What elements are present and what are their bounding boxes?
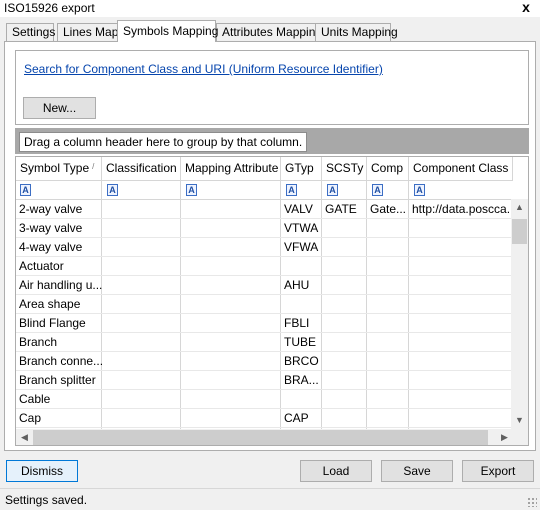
header-classification[interactable]: Classification [102, 157, 181, 181]
component-class-search-link[interactable]: Search for Component Class and URI (Unif… [24, 62, 383, 76]
filter-row: A A A A A A A [16, 181, 513, 200]
filter-icon[interactable]: A [186, 184, 197, 196]
table-row[interactable]: 2-way valve VALV GATE Gate... http://dat… [16, 200, 513, 219]
close-icon[interactable]: x [520, 0, 532, 15]
filter-icon[interactable]: A [107, 184, 118, 196]
cell-gtyp: VFWA [284, 240, 319, 254]
tab-symbols-mapping[interactable]: Symbols Mapping [117, 20, 218, 42]
cell-symbol-type: Blind Flange [19, 316, 86, 330]
filter-icon[interactable]: A [327, 184, 338, 196]
cell-gtyp: VALV [284, 202, 313, 216]
cell-gtyp: TUBE [284, 335, 317, 349]
search-section: Search for Component Class and URI (Unif… [15, 50, 529, 125]
horizontal-scrollbar[interactable]: ◀ ▶ [16, 429, 513, 445]
status-bar: Settings saved. [0, 488, 540, 510]
table-row[interactable]: 3-way valve VTWA [16, 219, 513, 238]
save-button[interactable]: Save [381, 460, 453, 482]
sort-ascending-icon: / [92, 162, 95, 171]
cell-gtyp: AHU [284, 278, 310, 292]
cell-symbol-type: Branch splitter [19, 373, 96, 387]
table-row[interactable]: Area shape [16, 295, 513, 314]
header-symbol-type-label: Symbol Type [20, 161, 90, 175]
cell-comp: Gate... [370, 202, 407, 216]
group-by-panel[interactable]: Drag a column header here to group by th… [15, 128, 529, 154]
cell-gtyp: VTWA [284, 221, 319, 235]
cell-symbol-type: Actuator [19, 259, 64, 273]
horizontal-scroll-thumb[interactable] [33, 430, 488, 445]
dismiss-button[interactable]: Dismiss [6, 460, 78, 482]
tab-attributes-mapping[interactable]: Attributes Mapping [216, 23, 322, 42]
scrollbar-corner [511, 429, 528, 445]
cell-gtyp: BRA... [284, 373, 319, 387]
table-row[interactable]: Cable [16, 390, 513, 409]
symbols-grid: Symbol Type / Classification Mapping Attr… [15, 156, 529, 446]
header-mapping-attribute[interactable]: Mapping Attribute [181, 157, 281, 181]
header-gtyp[interactable]: GTyp [281, 157, 322, 181]
cell-gtyp: BRCO [284, 354, 319, 368]
header-symbol-type[interactable]: Symbol Type / [16, 157, 102, 181]
scroll-left-icon[interactable]: ◀ [16, 429, 33, 445]
cell-component-class: http://data.posccа... [412, 202, 513, 216]
export-button[interactable]: Export [462, 460, 534, 482]
table-row[interactable]: Branch TUBE [16, 333, 513, 352]
header-component-class[interactable]: Component Class [409, 157, 513, 181]
group-by-hint: Drag a column header here to group by th… [19, 132, 308, 152]
header-scsty[interactable]: SCSTy [322, 157, 367, 181]
cell-symbol-type: 3-way valve [19, 221, 83, 235]
cell-symbol-type: Branch [19, 335, 58, 349]
table-row[interactable]: Actuator [16, 257, 513, 276]
resize-grip-icon[interactable] [527, 497, 537, 507]
tab-settings[interactable]: Settings [6, 23, 55, 42]
cell-gtyp: FBLI [284, 316, 310, 330]
scroll-up-icon[interactable]: ▲ [511, 199, 528, 216]
table-row[interactable]: Branch conne... BRCO [16, 352, 513, 371]
tab-lines-map[interactable]: Lines Map [57, 23, 118, 42]
table-row[interactable]: Branch splitter BRA... [16, 371, 513, 390]
cell-symbol-type: 4-way valve [19, 240, 83, 254]
cell-symbol-type: Area shape [19, 297, 81, 311]
table-row[interactable]: 4-way valve VFWA [16, 238, 513, 257]
cell-symbol-type: Air handling u... [19, 278, 102, 292]
symbols-mapping-panel: Search for Component Class and URI (Unif… [4, 41, 536, 451]
table-row[interactable]: Blind Flange FBLI [16, 314, 513, 333]
cell-scsty: GATE [325, 202, 357, 216]
vertical-scrollbar[interactable]: ▲ ▼ [511, 199, 528, 429]
table-row[interactable]: Air handling u... AHU [16, 276, 513, 295]
tab-units-mapping[interactable]: Units Mapping [315, 23, 398, 42]
filter-icon[interactable]: A [286, 184, 297, 196]
filter-icon[interactable]: A [372, 184, 383, 196]
table-row[interactable]: Cap CAP [16, 409, 513, 428]
vertical-scroll-thumb[interactable] [512, 219, 527, 244]
window-title: ISO15926 export [4, 1, 95, 15]
cell-symbol-type: Branch conne... [19, 354, 102, 368]
new-button[interactable]: New... [23, 97, 96, 119]
load-button[interactable]: Load [300, 460, 372, 482]
cell-gtyp: CAP [284, 411, 309, 425]
cell-symbol-type: Cable [19, 392, 51, 406]
header-comp[interactable]: Comp [367, 157, 409, 181]
title-bar: ISO15926 export x [0, 0, 540, 17]
cell-symbol-type: Cap [19, 411, 42, 425]
cell-symbol-type: 2-way valve [19, 202, 83, 216]
status-text: Settings saved. [5, 493, 88, 507]
scroll-down-icon[interactable]: ▼ [511, 412, 528, 429]
filter-icon[interactable]: A [414, 184, 425, 196]
filter-icon[interactable]: A [20, 184, 31, 196]
